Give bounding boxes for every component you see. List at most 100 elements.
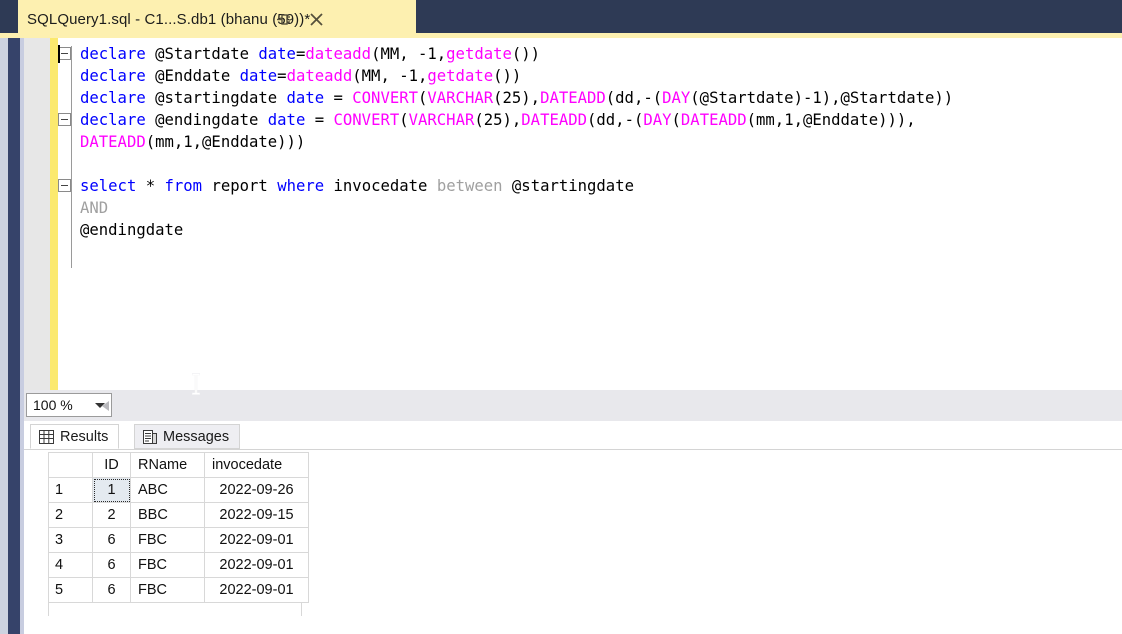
code-line-9[interactable]: @endingdate: [58, 219, 1122, 241]
code-token: DAY: [643, 111, 672, 129]
grid-cell-rname[interactable]: FBC: [130, 527, 205, 553]
code-line-5[interactable]: DATEADD(mm,1,@Enddate))): [58, 131, 1122, 153]
grid-cell-rownum[interactable]: 1: [48, 477, 93, 503]
code-line-4[interactable]: declare @endingdate date = CONVERT(VARCH…: [58, 109, 1122, 131]
code-token: dateadd: [305, 45, 372, 63]
code-token: from: [164, 177, 203, 195]
editor-change-bar: [50, 38, 58, 390]
tab-results[interactable]: Results: [30, 424, 120, 449]
code-token: =: [305, 111, 334, 129]
code-token: =: [324, 89, 353, 107]
code-token: (MM, -1,: [371, 45, 447, 63]
code-token: declare: [80, 45, 146, 63]
grid-cell-rownum[interactable]: 2: [48, 502, 93, 528]
grid-cell-id[interactable]: 1: [92, 477, 131, 503]
code-token: (MM, -1,: [352, 67, 428, 85]
code-token: @startingdate: [145, 89, 287, 107]
code-token: (dd,-(: [587, 111, 644, 129]
code-token: (mm,1,@Enddate))): [145, 133, 306, 151]
sql-code-editor[interactable]: declare @Startdate date=dateadd(MM, -1,g…: [24, 38, 1122, 390]
code-token: DATEADD: [540, 89, 606, 107]
grid-header-rownum[interactable]: [48, 452, 93, 478]
grid-cell-rname[interactable]: FBC: [130, 577, 205, 603]
table-row[interactable]: 1 1 ABC 2022-09-26: [48, 477, 309, 503]
code-token: AND: [80, 199, 109, 217]
grid-cell-id[interactable]: 2: [92, 502, 131, 528]
table-row[interactable]: 4 6 FBC 2022-09-01: [48, 552, 309, 578]
grid-header-row: ID RName invocedate: [48, 452, 309, 478]
code-line-1[interactable]: declare @Startdate date=dateadd(MM, -1,g…: [58, 43, 1122, 65]
editor-tab-label: SQLQuery1.sql - C1...S.db1 (bhanu (59))*: [27, 10, 311, 28]
code-token: invocedate: [324, 177, 437, 195]
code-token: date: [258, 45, 296, 63]
results-grid-icon: [39, 429, 54, 444]
code-token: @endingdate: [80, 221, 184, 239]
grid-cell-rownum[interactable]: 3: [48, 527, 93, 553]
table-row[interactable]: 5 6 FBC 2022-09-01: [48, 577, 309, 603]
grid-cell-rname[interactable]: FBC: [130, 552, 205, 578]
grid-cell-invocedate[interactable]: 2022-09-15: [204, 502, 309, 528]
code-line-7[interactable]: select * from report where invocedate be…: [58, 175, 1122, 197]
code-token: VARCHAR: [408, 111, 475, 129]
grid-header-invocedate[interactable]: invocedate: [204, 452, 309, 478]
left-rail-outer: [0, 38, 8, 634]
code-token: date: [267, 111, 306, 129]
code-token: VARCHAR: [427, 89, 494, 107]
code-token: @endingdate: [145, 111, 268, 129]
code-token: =: [295, 45, 306, 63]
grid-cell-invocedate[interactable]: 2022-09-01: [204, 577, 309, 603]
code-token: date: [239, 67, 278, 85]
grid-cell-rownum[interactable]: 4: [48, 552, 93, 578]
code-line-8[interactable]: AND: [58, 197, 1122, 219]
code-token: @Startdate: [145, 45, 259, 63]
code-line-2[interactable]: declare @Enddate date=dateadd(MM, -1,get…: [58, 65, 1122, 87]
grid-header-id[interactable]: ID: [92, 452, 131, 478]
grid-empty-row: [48, 602, 302, 616]
grid-header-rname[interactable]: RName: [130, 452, 205, 478]
code-token: CONVERT: [333, 111, 400, 129]
grid-cell-rname[interactable]: BBC: [130, 502, 205, 528]
grid-cell-id[interactable]: 6: [92, 552, 131, 578]
code-line-3[interactable]: declare @startingdate date = CONVERT(VAR…: [58, 87, 1122, 109]
grid-cell-invocedate[interactable]: 2022-09-26: [204, 477, 309, 503]
code-token: declare: [80, 89, 146, 107]
grid-cell-id[interactable]: 6: [92, 577, 131, 603]
code-token: (: [418, 89, 428, 107]
collapse-minus-icon[interactable]: [58, 179, 71, 192]
pin-icon[interactable]: [272, 8, 294, 30]
code-token: dateadd: [286, 67, 353, 85]
grid-cell-rname[interactable]: ABC: [130, 477, 205, 503]
code-token: declare: [80, 111, 146, 129]
code-line-6[interactable]: [58, 153, 1122, 175]
code-token: (25),: [493, 89, 541, 107]
tab-messages-label: Messages: [163, 428, 230, 445]
code-token: date: [286, 89, 325, 107]
scroll-left-arrow-icon[interactable]: [95, 390, 117, 421]
code-token: select: [80, 177, 137, 195]
grid-cell-invocedate[interactable]: 2022-09-01: [204, 527, 309, 553]
results-grid[interactable]: ID RName invocedate 1 1 ABC 2022-09-26 2 2 BBC…: [48, 452, 309, 603]
code-token: ()): [493, 67, 522, 85]
code-token: DATEADD: [521, 111, 588, 129]
code-token: getdate: [446, 45, 512, 63]
left-rail-accent: [8, 38, 20, 634]
code-token: getdate: [427, 67, 494, 85]
collapse-minus-icon[interactable]: [58, 113, 71, 126]
code-token: (25),: [474, 111, 522, 129]
table-row[interactable]: 3 6 FBC 2022-09-01: [48, 527, 309, 553]
table-row[interactable]: 2 2 BBC 2022-09-15: [48, 502, 309, 528]
grid-cell-invocedate[interactable]: 2022-09-01: [204, 552, 309, 578]
tab-messages[interactable]: Messages: [134, 424, 241, 449]
code-token: ()): [511, 45, 541, 63]
grid-cell-rownum[interactable]: 5: [48, 577, 93, 603]
editor-gutter: [24, 38, 50, 390]
code-token: DAY: [662, 89, 691, 107]
code-token: =: [277, 67, 287, 85]
sql-code-text[interactable]: declare @Startdate date=dateadd(MM, -1,g…: [58, 38, 1122, 390]
close-icon[interactable]: [305, 8, 327, 30]
code-token: (: [399, 111, 409, 129]
grid-cell-id[interactable]: 6: [92, 527, 131, 553]
tab-results-label: Results: [60, 428, 109, 445]
code-token: (@Startdate)-1),@Startdate)): [690, 89, 954, 107]
code-token: DATEADD: [680, 111, 747, 129]
